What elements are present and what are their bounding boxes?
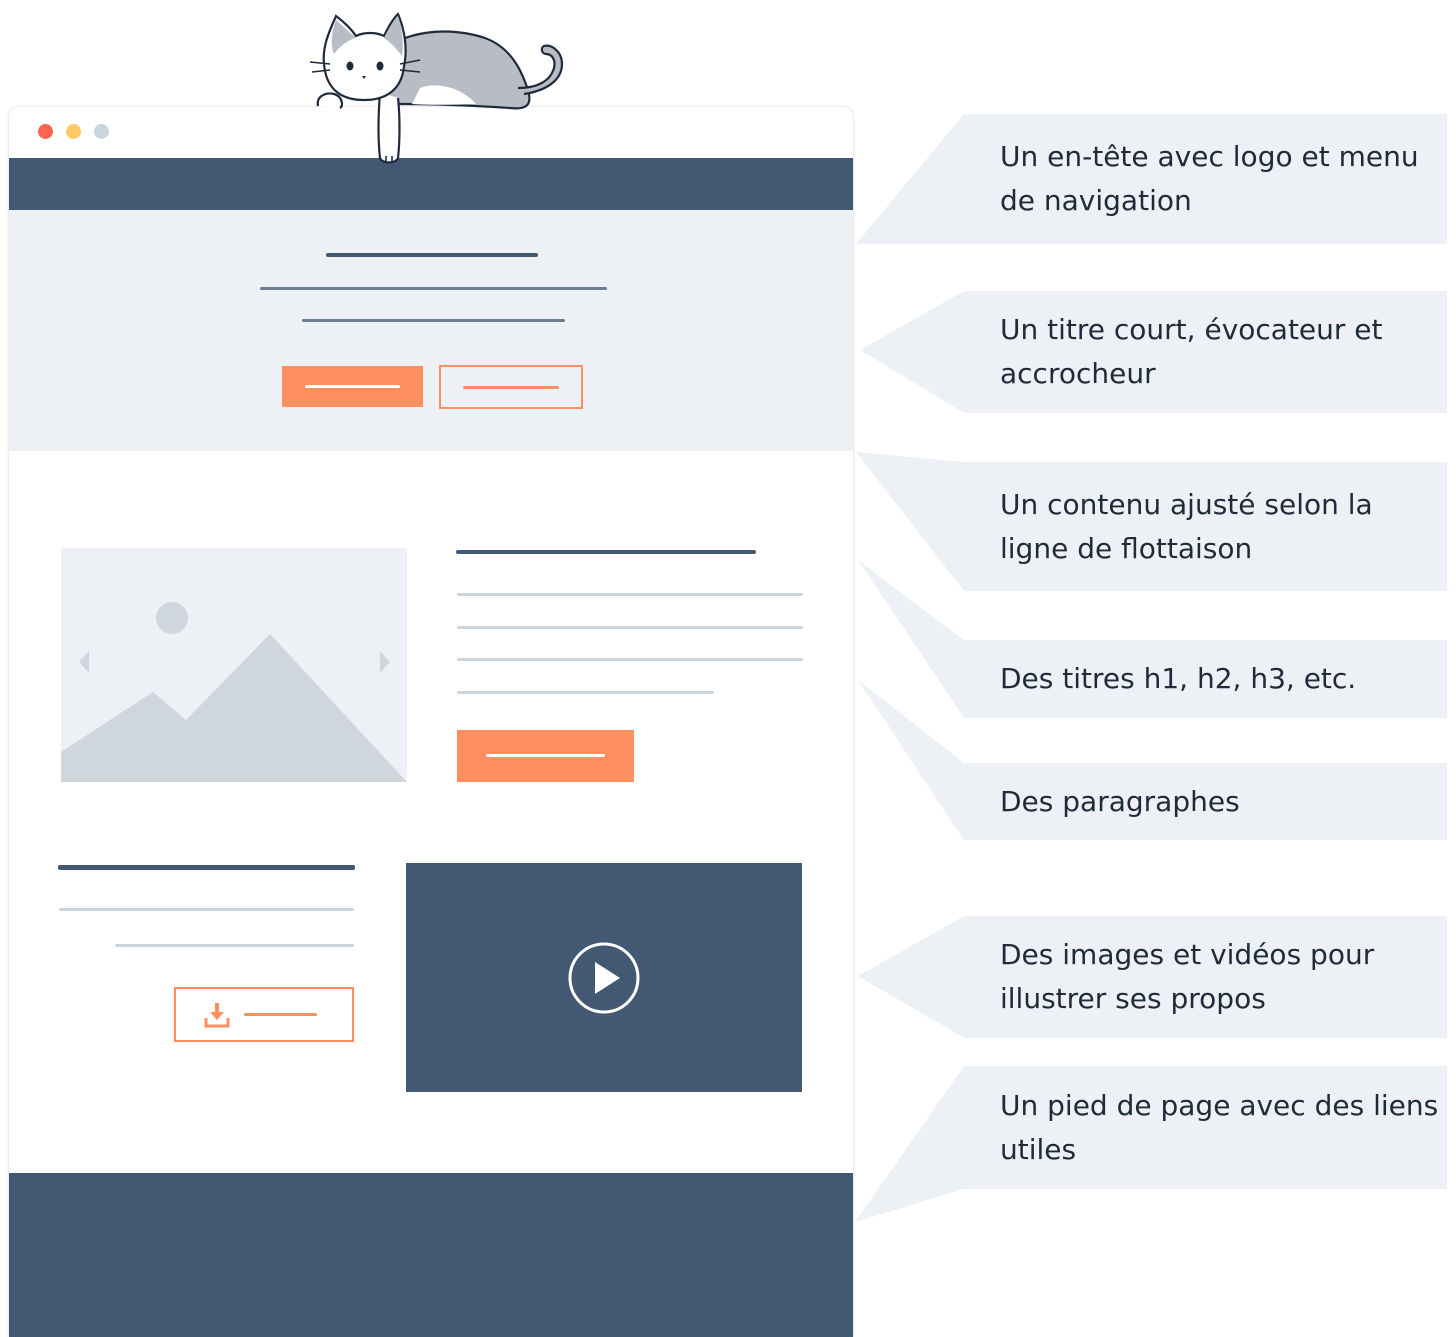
callout-text: Un titre court, évocateur et accrocheur	[1000, 313, 1383, 390]
callout-pointer	[858, 916, 964, 1038]
callout-pointer	[858, 680, 964, 840]
callout-footer: Un pied de page avec des liens utiles	[964, 1066, 1447, 1189]
callout-text: Un contenu ajusté selon la ligne de flot…	[1000, 487, 1373, 565]
callout-text: Un en-tête avec logo et menu de navigati…	[1000, 140, 1419, 217]
callout-text: Des images et vidéos pour illustrer ses …	[1000, 938, 1375, 1015]
callout-above-fold: Un contenu ajusté selon la ligne de flot…	[964, 462, 1447, 591]
callout-media: Des images et vidéos pour illustrer ses …	[964, 916, 1447, 1038]
callout-headings: Des titres h1, h2, h3, etc.	[964, 640, 1447, 718]
callout-text: Des paragraphes	[1000, 784, 1240, 818]
callout-pointer	[856, 114, 964, 244]
callout-text: Un pied de page avec des liens utiles	[1000, 1088, 1439, 1166]
callout-header: Un en-tête avec logo et menu de navigati…	[964, 114, 1447, 244]
callout-pointer	[855, 1066, 964, 1222]
callout-paragraphs: Des paragraphes	[964, 763, 1447, 840]
callout-pointer	[860, 291, 964, 413]
callout-pointer	[856, 452, 964, 591]
callout-text: Des titres h1, h2, h3, etc.	[1000, 662, 1357, 695]
callout-title: Un titre court, évocateur et accrocheur	[964, 291, 1447, 413]
